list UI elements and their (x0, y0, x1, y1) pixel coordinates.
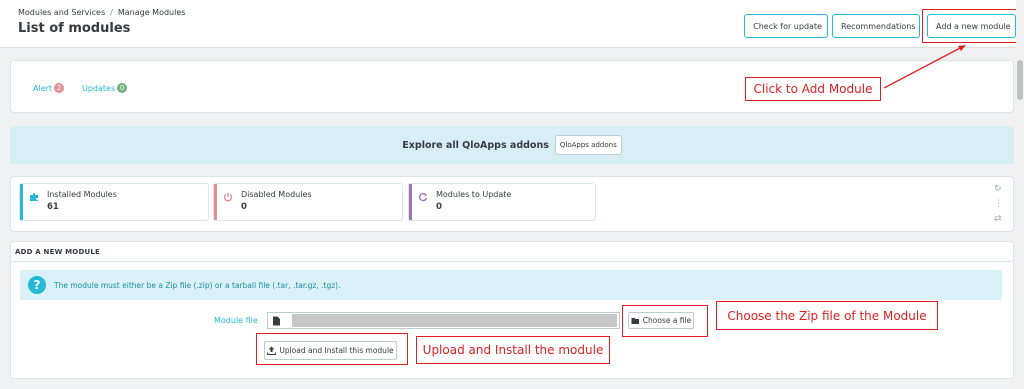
module-file-label: Module file (214, 316, 258, 325)
qloapps-addons-button[interactable]: QloApps addons (554, 135, 622, 155)
kpi-label: Modules to Update (436, 190, 512, 199)
power-icon (223, 192, 233, 202)
kpi-disabled-modules[interactable]: Disabled Modules 0 (213, 183, 403, 221)
breadcrumb: Modules and Services / Manage Modules (18, 8, 185, 17)
module-file-input[interactable] (267, 312, 620, 329)
kpi-accent-bar (20, 184, 23, 220)
explore-addons-banner: Explore all QloApps addons QloApps addon… (10, 126, 1014, 164)
explore-addons-text: Explore all QloApps addons (402, 139, 549, 151)
file-name-field (292, 314, 617, 327)
annotation-highlight-upload (256, 333, 408, 365)
annotation-highlight-add-button (922, 9, 1020, 43)
alert-count-badge: 2 (54, 83, 65, 93)
kpi-value: 61 (47, 202, 59, 212)
breadcrumb-separator: / (110, 8, 113, 17)
more-vertical-icon[interactable]: ⋮ (994, 200, 1003, 209)
check-update-button[interactable]: Check for update (744, 14, 828, 38)
info-alert: ? The module must either be a Zip file (… (20, 270, 1002, 300)
scrollbar-thumb[interactable] (1017, 60, 1023, 100)
question-icon: ? (28, 276, 46, 294)
kpi-installed-modules[interactable]: Installed Modules 61 (19, 183, 209, 221)
kpi-accent-bar (409, 184, 412, 220)
annotation-upload-install: Upload and Install the module (416, 336, 610, 364)
kpi-modules-to-update[interactable]: Modules to Update 0 (408, 183, 596, 221)
info-alert-text: The module must either be a Zip file (.z… (54, 280, 341, 290)
breadcrumb-item-manage-modules: Manage Modules (117, 8, 186, 17)
recommendations-button[interactable]: Recommendations (832, 14, 920, 38)
kpi-label: Installed Modules (47, 190, 117, 199)
page-header: Modules and Services / Manage Modules List… (0, 0, 1024, 48)
annotation-click-add-module: Click to Add Module (745, 77, 881, 101)
file-icon (273, 316, 280, 326)
page-title: List of modules (18, 21, 131, 36)
refresh-icon (418, 192, 428, 202)
recommendations-label: Recommendations (841, 21, 916, 31)
puzzle-icon (30, 193, 38, 201)
page-scrollbar[interactable] (1016, 0, 1024, 389)
kpi-value: 0 (436, 202, 442, 212)
breadcrumb-item-modules-services[interactable]: Modules and Services (18, 8, 105, 17)
annotation-choose-zip: Choose the Zip file of the Module (716, 301, 938, 330)
kpi-value: 0 (241, 202, 247, 212)
annotation-highlight-choose-file (622, 305, 708, 337)
alert-label: Alert (33, 83, 53, 93)
add-module-section-title: ADD A NEW MODULE (15, 248, 100, 256)
updates-label: Updates (82, 83, 116, 93)
updates-count-badge: 0 (117, 83, 128, 93)
kpi-accent-bar (214, 184, 217, 220)
check-update-label: Check for update (753, 21, 822, 31)
section-divider (10, 261, 1014, 262)
kpi-label: Disabled Modules (241, 190, 312, 199)
repeat-icon[interactable]: ⇄ (994, 215, 1003, 224)
updates-link[interactable]: Updates 0 (82, 83, 128, 93)
kpi-side-actions: ↻ ⋮ ⇄ (994, 185, 1003, 224)
annotation-arrow (883, 45, 966, 89)
refresh-icon[interactable]: ↻ (994, 185, 1003, 194)
alert-link[interactable]: Alert 2 (33, 83, 65, 93)
